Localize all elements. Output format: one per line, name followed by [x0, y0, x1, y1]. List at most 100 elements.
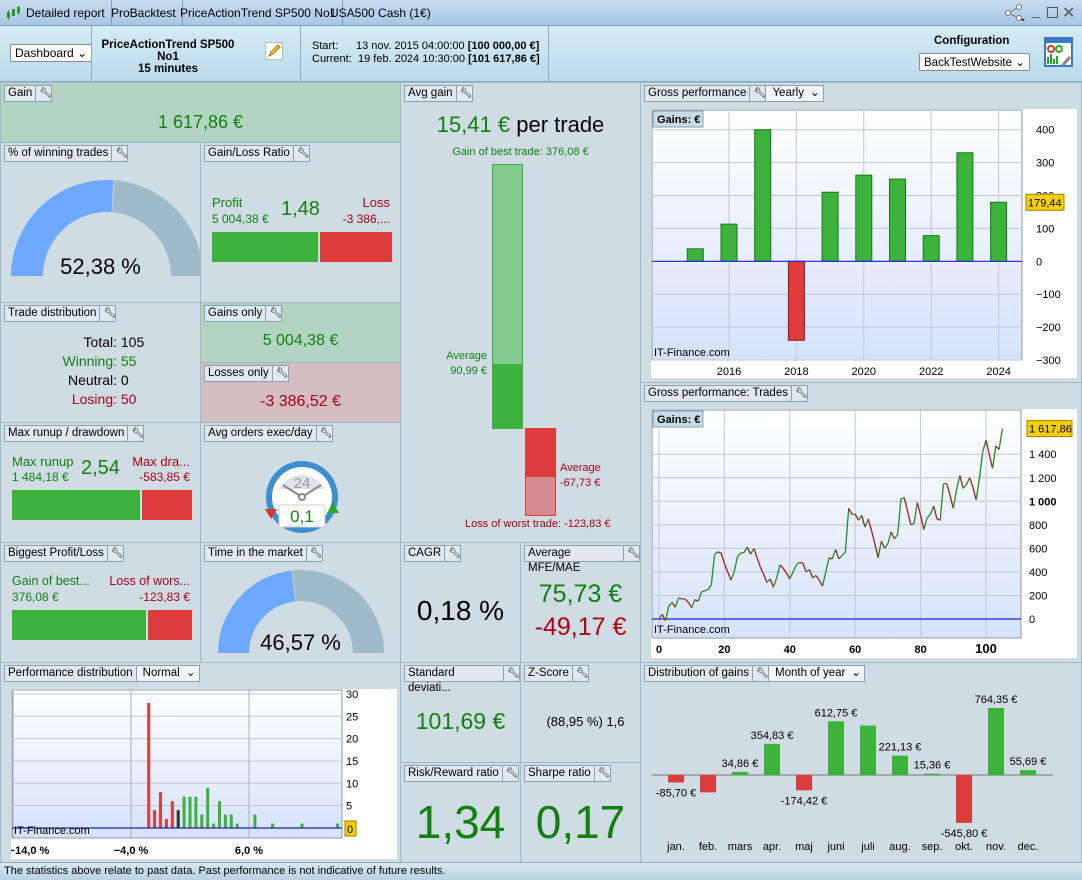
panel-header: Max runup / drawdown 🔧︎: [4, 425, 145, 442]
month-bar-feb.: [700, 775, 716, 793]
y-tick-label: 0: [1029, 614, 1035, 626]
period-select[interactable]: Yearly ⌄: [765, 86, 823, 101]
distribution-select[interactable]: Normal ⌄: [135, 666, 199, 681]
y-tick-label: −200: [1036, 322, 1061, 334]
tab-strategy[interactable]: PriceActionTrend SP500 No1: [174, 0, 344, 26]
drawdown-label: Max dra...: [132, 454, 190, 469]
month-value-label: -85,70 €: [656, 788, 696, 800]
wrench-icon[interactable]: 🔧︎: [571, 666, 589, 681]
y-tick-label: −300: [1036, 355, 1061, 367]
y-tick-label: 100: [1036, 223, 1054, 235]
panel-title: Performance distribution: [8, 667, 133, 679]
panel-title: Gain/Loss Ratio: [208, 147, 290, 159]
histogram-bar: [170, 801, 174, 828]
panel-header: Performance distribution Normal ⌄: [4, 665, 200, 682]
neutral-label: Neutral:: [67, 372, 117, 388]
wrench-icon[interactable]: 🔧︎: [444, 546, 461, 561]
month-bar-juli: [860, 725, 876, 775]
y-tick-label: 1 200: [1029, 473, 1057, 485]
wrench-icon[interactable]: 🔧︎: [749, 86, 766, 101]
view-select[interactable]: Dashboard ⌄: [10, 44, 93, 62]
month-value-label: 612,75 €: [815, 707, 858, 719]
configuration-select[interactable]: BackTestWebsite ⌄: [919, 53, 1030, 71]
wrench-icon[interactable]: 🔧︎: [106, 546, 124, 561]
orders-value: 0,1: [290, 507, 314, 526]
worst-bar: [148, 610, 192, 640]
panel-title: Max runup / drawdown: [8, 427, 125, 439]
histogram-bar: [235, 823, 239, 828]
status-bar: The statistics above relate to past data…: [0, 862, 1082, 880]
wrench-icon[interactable]: 🔧︎: [623, 546, 640, 561]
gain-loss-ratio: 1,48: [281, 198, 320, 220]
wrench-icon[interactable]: 🔧︎: [127, 426, 144, 441]
wrench-icon[interactable]: 🔧︎: [35, 86, 52, 101]
start-date: 13 nov. 2015 04:00:00: [356, 40, 465, 52]
panel-title: Biggest Profit/Loss: [8, 547, 104, 559]
wrench-icon[interactable]: 🔧︎: [315, 426, 332, 441]
timeframe: 15 minutes: [137, 63, 199, 75]
wrench-icon[interactable]: 🔧︎: [265, 306, 282, 321]
avg-gain-value: 15,41 €: [436, 112, 511, 137]
wrench-icon[interactable]: 🔧︎: [503, 666, 520, 681]
month-bar-maj: [796, 775, 812, 791]
y-tick-label: 300: [1036, 158, 1054, 170]
histogram-bar: [188, 796, 192, 828]
avg-loss-label: Average: [560, 462, 601, 474]
x-tick-label: 2024: [986, 366, 1010, 378]
y-tick-label: 10: [346, 778, 358, 790]
edit-pencil-icon[interactable]: [265, 42, 283, 60]
y-tick-label: 1 400: [1029, 449, 1057, 461]
wrench-icon[interactable]: 🔧︎: [292, 146, 310, 161]
gains-badge-label: Gains: €: [657, 114, 700, 126]
y-tick-label: 600: [1029, 543, 1047, 555]
month-label: juni: [826, 841, 844, 853]
losses-only-panel: Losses only 🔧︎ -3 386,52 €: [200, 362, 401, 423]
wrench-icon[interactable]: 🔧︎: [593, 766, 610, 781]
panel-header: Avg gain 🔧︎: [404, 85, 473, 102]
month-value-label: -174,42 €: [781, 795, 827, 807]
loss-label: Loss: [362, 195, 390, 210]
month-label: sep.: [922, 841, 943, 853]
histogram-bar: [182, 796, 186, 828]
panel-title: Gross performance: [648, 87, 747, 99]
z-score-panel: Z-Score 🔧︎ (88,95 %) 1,6: [520, 662, 641, 763]
tab-instrument[interactable]: USA500 Cash (1€): [324, 0, 437, 26]
sharpe-panel: Sharpe ratio 🔧︎ 0,17: [520, 762, 641, 863]
wrench-icon[interactable]: 🔧︎: [271, 366, 288, 381]
histogram-bar: [194, 796, 198, 828]
profit-value: 5 004,38 €: [212, 212, 269, 226]
month-value-label: 221,13 €: [879, 742, 922, 754]
winning-trades-panel: % of winning trades 🔧︎ 52,38 %: [0, 142, 201, 303]
neutral-count: 0: [120, 372, 129, 388]
panel-title: Z-Score: [528, 667, 569, 679]
bar-2017: [754, 129, 772, 262]
share-icon[interactable]: [1004, 4, 1026, 22]
avg-win-label: Average: [446, 350, 487, 362]
clock-label: 24: [294, 475, 311, 492]
x-tick-label: 2022: [919, 366, 943, 378]
tab-detailed-report[interactable]: Detailed report: [0, 0, 112, 26]
gross-performance-trades-panel: Gross performance: Trades 🔧︎ 0 200 400 600 80…: [640, 382, 1082, 663]
panel-title: Standard deviati...: [408, 667, 455, 694]
configuration-settings-icon[interactable]: [1044, 37, 1074, 69]
histogram-bar: [229, 814, 233, 828]
tab-probacktest[interactable]: ProBacktest: [105, 0, 183, 26]
wrench-icon[interactable]: 🔧︎: [455, 86, 472, 101]
maximize-button[interactable]: [1047, 7, 1058, 18]
bar-2019: [821, 191, 839, 262]
wrench-icon[interactable]: 🔧︎: [501, 766, 518, 781]
chevron-down-icon: ⌄: [77, 46, 88, 60]
month-label: apr.: [763, 841, 781, 853]
equity-segment: [740, 551, 745, 554]
minimize-button[interactable]: _: [1032, 2, 1040, 18]
panel-header: Trade distribution 🔧︎: [4, 305, 117, 322]
panel-title: Gross performance: Trades: [648, 387, 788, 399]
wrench-icon[interactable]: 🔧︎: [790, 386, 808, 401]
avg-win-value: 90,99 €: [450, 365, 487, 377]
last-value-label: 179,44: [1028, 197, 1062, 209]
panel-header: Gross performance: Trades 🔧︎: [644, 385, 808, 402]
wrench-icon[interactable]: 🔧︎: [99, 306, 116, 321]
close-button[interactable]: ✕: [1062, 3, 1075, 23]
y-tick-label: 0: [1036, 256, 1042, 268]
avg-loss-value: -67,73 €: [560, 477, 601, 489]
